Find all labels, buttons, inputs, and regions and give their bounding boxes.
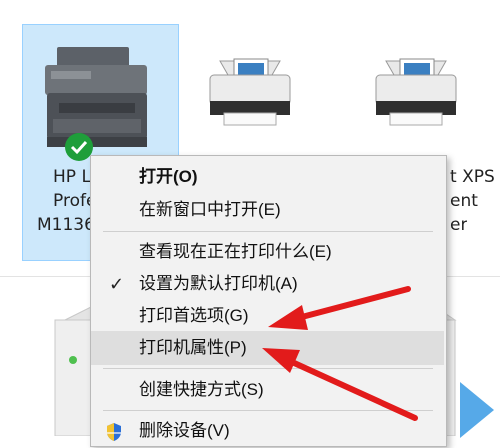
device-label-line: t XPS	[450, 167, 495, 187]
checkmark-icon: ✓	[109, 274, 125, 294]
menu-item-label: 打开(O)	[139, 167, 198, 186]
menu-separator	[103, 368, 433, 369]
device-label-line: M1136	[37, 215, 95, 235]
menu-item-label: 打印首选项(G)	[139, 306, 249, 325]
menu-item-label: 查看现在正在打印什么(E)	[139, 242, 332, 261]
menu-item-label: 在新窗口中打开(E)	[139, 200, 281, 219]
printer-icon	[375, 58, 457, 126]
menu-item-set-default-printer[interactable]: ✓ 设置为默认打印机(A)	[91, 267, 444, 301]
menu-item-create-shortcut[interactable]: 创建快捷方式(S)	[91, 373, 444, 407]
default-check-icon	[65, 133, 93, 161]
device-label-line: ent	[450, 191, 478, 211]
menu-item-printer-properties[interactable]: 打印机属性(P)	[91, 331, 444, 365]
device-label-line: HP L	[53, 167, 91, 187]
menu-item-label: 创建快捷方式(S)	[139, 380, 264, 399]
menu-item-label: 打印机属性(P)	[139, 338, 247, 357]
device-label-line: er	[450, 215, 468, 235]
shield-icon	[107, 423, 121, 441]
menu-item-open[interactable]: 打开(O)	[91, 160, 444, 194]
menu-separator	[103, 231, 433, 232]
scroll-right-arrow-icon[interactable]	[460, 382, 494, 438]
menu-item-label: 删除设备(V)	[139, 421, 230, 440]
menu-item-open-new-window[interactable]: 在新窗口中打开(E)	[91, 193, 444, 227]
menu-item-see-whats-printing[interactable]: 查看现在正在打印什么(E)	[91, 235, 444, 269]
menu-item-remove-device[interactable]: 删除设备(V)	[91, 414, 444, 448]
context-menu: 打开(O) 在新窗口中打开(E) 查看现在正在打印什么(E) ✓ 设置为默认打印…	[90, 155, 447, 447]
device-tile-printer-2[interactable]	[200, 55, 310, 135]
menu-separator	[103, 410, 433, 411]
mfp-printer-icon	[45, 47, 147, 147]
printer-icon	[209, 58, 291, 126]
menu-item-label: 设置为默认打印机(A)	[139, 274, 298, 293]
menu-item-printing-preferences[interactable]: 打印首选项(G)	[91, 299, 444, 333]
